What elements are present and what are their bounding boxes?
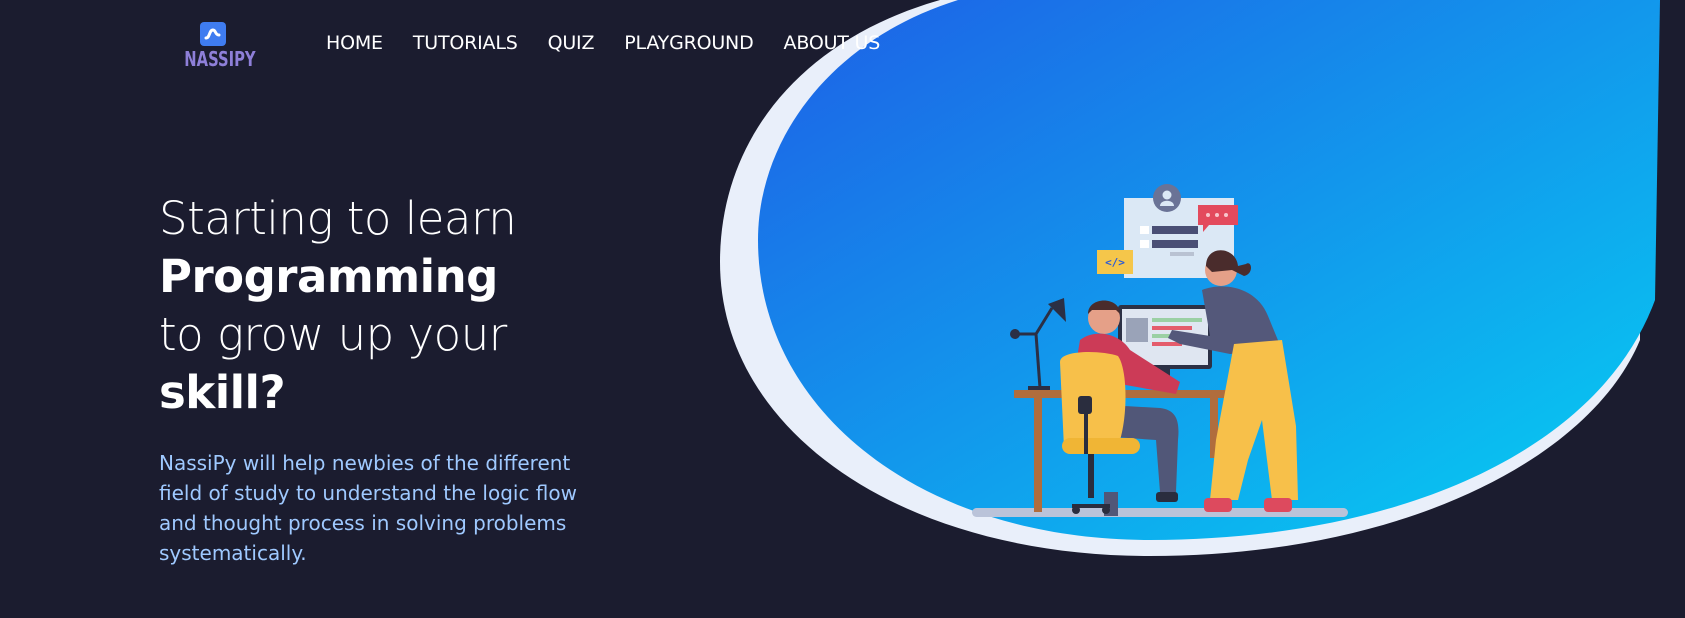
desk [1014, 390, 1230, 512]
hero-title-line-3-prefix: to grow up your [159, 308, 507, 361]
code-badge-icon: </> [1097, 250, 1133, 274]
logo-mark-icon [200, 22, 226, 46]
hero-title-line-2: Programming [159, 250, 498, 303]
hero-title-line-1: Starting to learn [159, 192, 517, 245]
hero-backdrop-blob [758, 0, 1660, 540]
office-chair-icon [1060, 352, 1140, 514]
main-nav: HOME TUTORIALS QUIZ PLAYGROUND ABOUT US [326, 32, 910, 54]
nav-about-us[interactable]: ABOUT US [784, 32, 881, 54]
standing-person [1168, 250, 1298, 512]
monitor [1118, 305, 1212, 381]
nav-home[interactable]: HOME [326, 32, 383, 54]
seated-person [1070, 300, 1180, 516]
nav-quiz[interactable]: QUIZ [548, 32, 595, 54]
floor-line [972, 508, 1348, 517]
nav-playground[interactable]: PLAYGROUND [624, 32, 753, 54]
user-profile-icon [1124, 184, 1234, 278]
hero-section: Starting to learn Programming to grow up… [159, 190, 619, 568]
hero-title-line-3-strong: skill? [159, 366, 286, 419]
nav-tutorials[interactable]: TUTORIALS [413, 32, 518, 54]
desk-lamp-icon [1010, 298, 1066, 390]
code-badge-label: </> [1105, 256, 1125, 269]
chat-bubble-icon [1198, 205, 1238, 232]
site-logo[interactable]: NASSIPY [178, 22, 256, 71]
hero-backdrop-arc [720, 0, 1640, 556]
logo-text: NASSIPY [184, 47, 256, 71]
hero-description: NassiPy will help newbies of the differe… [159, 451, 577, 565]
hero-title: Starting to learn Programming to grow up… [159, 190, 619, 422]
